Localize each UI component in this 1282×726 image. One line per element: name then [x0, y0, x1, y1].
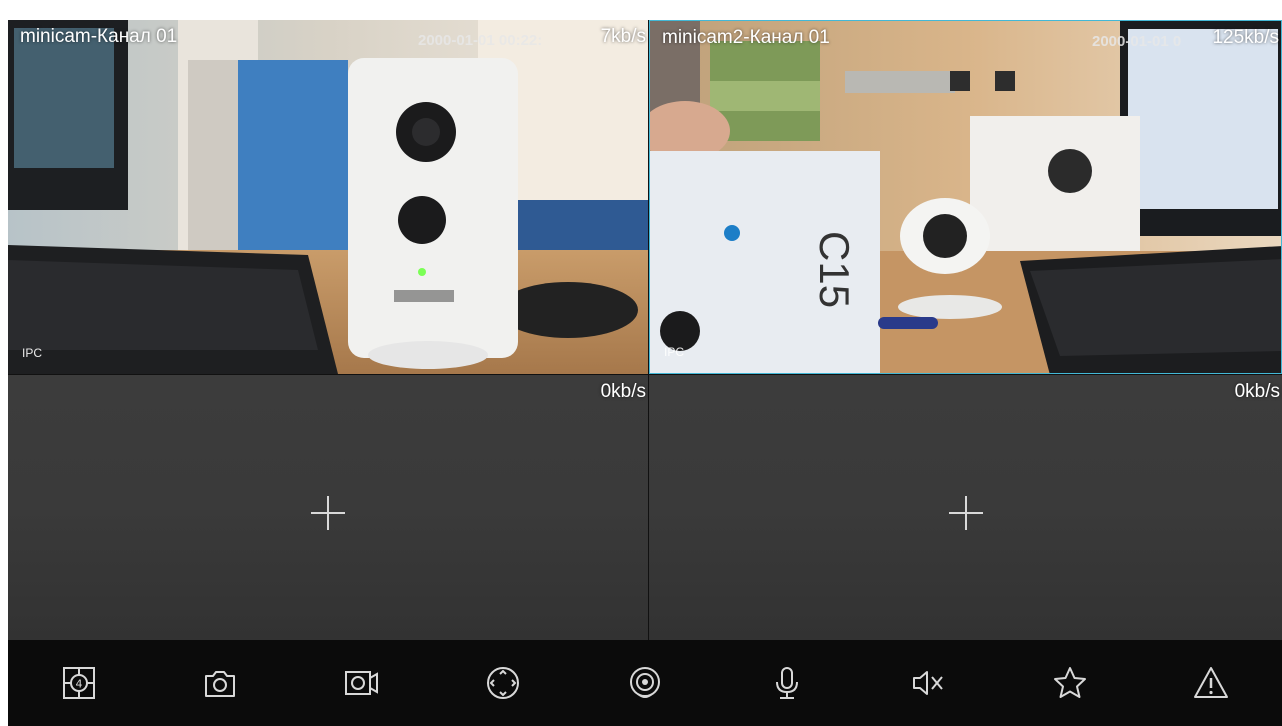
ipc-badge: IPC: [22, 346, 43, 360]
split-screen-icon: 4: [62, 667, 95, 699]
snapshot-button[interactable]: [198, 661, 242, 705]
split-screen-button[interactable]: 4: [57, 661, 101, 705]
star-icon: [1053, 667, 1086, 698]
svg-text:C15: C15: [811, 231, 858, 308]
fisheye-button[interactable]: [623, 661, 667, 705]
video-record-icon: [344, 671, 378, 695]
svg-text:4: 4: [75, 678, 82, 691]
live-view-screen: minicam-Канал 01 2000-01-01 00:22: 7kb/s…: [8, 20, 1282, 726]
ipc-badge: IPC: [664, 345, 685, 359]
alarm-icon: [1194, 667, 1229, 698]
ptz-icon: [487, 667, 520, 699]
timestamp-overlay: 2000-01-01 0: [1092, 33, 1182, 50]
camera-tile-3[interactable]: 0kb/s: [8, 375, 648, 640]
ptz-button[interactable]: [481, 661, 525, 705]
timestamp-overlay: 2000-01-01 00:22:: [418, 32, 543, 49]
favorite-button[interactable]: [1048, 661, 1092, 705]
bitrate-label: 0kb/s: [1234, 381, 1280, 402]
mute-icon: [913, 671, 943, 695]
camera-tile-1[interactable]: minicam-Канал 01 2000-01-01 00:22: 7kb/s…: [8, 20, 648, 374]
talk-button[interactable]: [765, 661, 809, 705]
bottom-toolbar: 4: [8, 640, 1282, 726]
camera-grid: minicam-Канал 01 2000-01-01 00:22: 7kb/s…: [8, 20, 1282, 640]
camera-title: minicam-Канал 01: [20, 26, 178, 47]
record-button[interactable]: [340, 661, 384, 705]
add-device-icon[interactable]: [311, 495, 345, 530]
camera-feed-1: [8, 20, 648, 374]
microphone-icon: [775, 667, 798, 699]
add-device-icon[interactable]: [948, 495, 983, 530]
camera-title: minicam2-Канал 01: [662, 27, 830, 48]
fisheye-icon: [629, 667, 660, 698]
camera-icon: [205, 671, 236, 697]
camera-feed-2: C15: [650, 21, 1281, 373]
bitrate-label: 125kb/s: [1212, 27, 1279, 48]
alarm-button[interactable]: [1189, 661, 1233, 705]
camera-tile-4[interactable]: 0kb/s: [649, 375, 1282, 640]
camera-tile-2[interactable]: C15 minicam2-Канал 01 2000-01-01 0 125kb…: [649, 20, 1282, 374]
audio-button[interactable]: [906, 661, 950, 705]
bitrate-label: 0kb/s: [600, 381, 646, 402]
bitrate-label: 7kb/s: [600, 26, 646, 47]
